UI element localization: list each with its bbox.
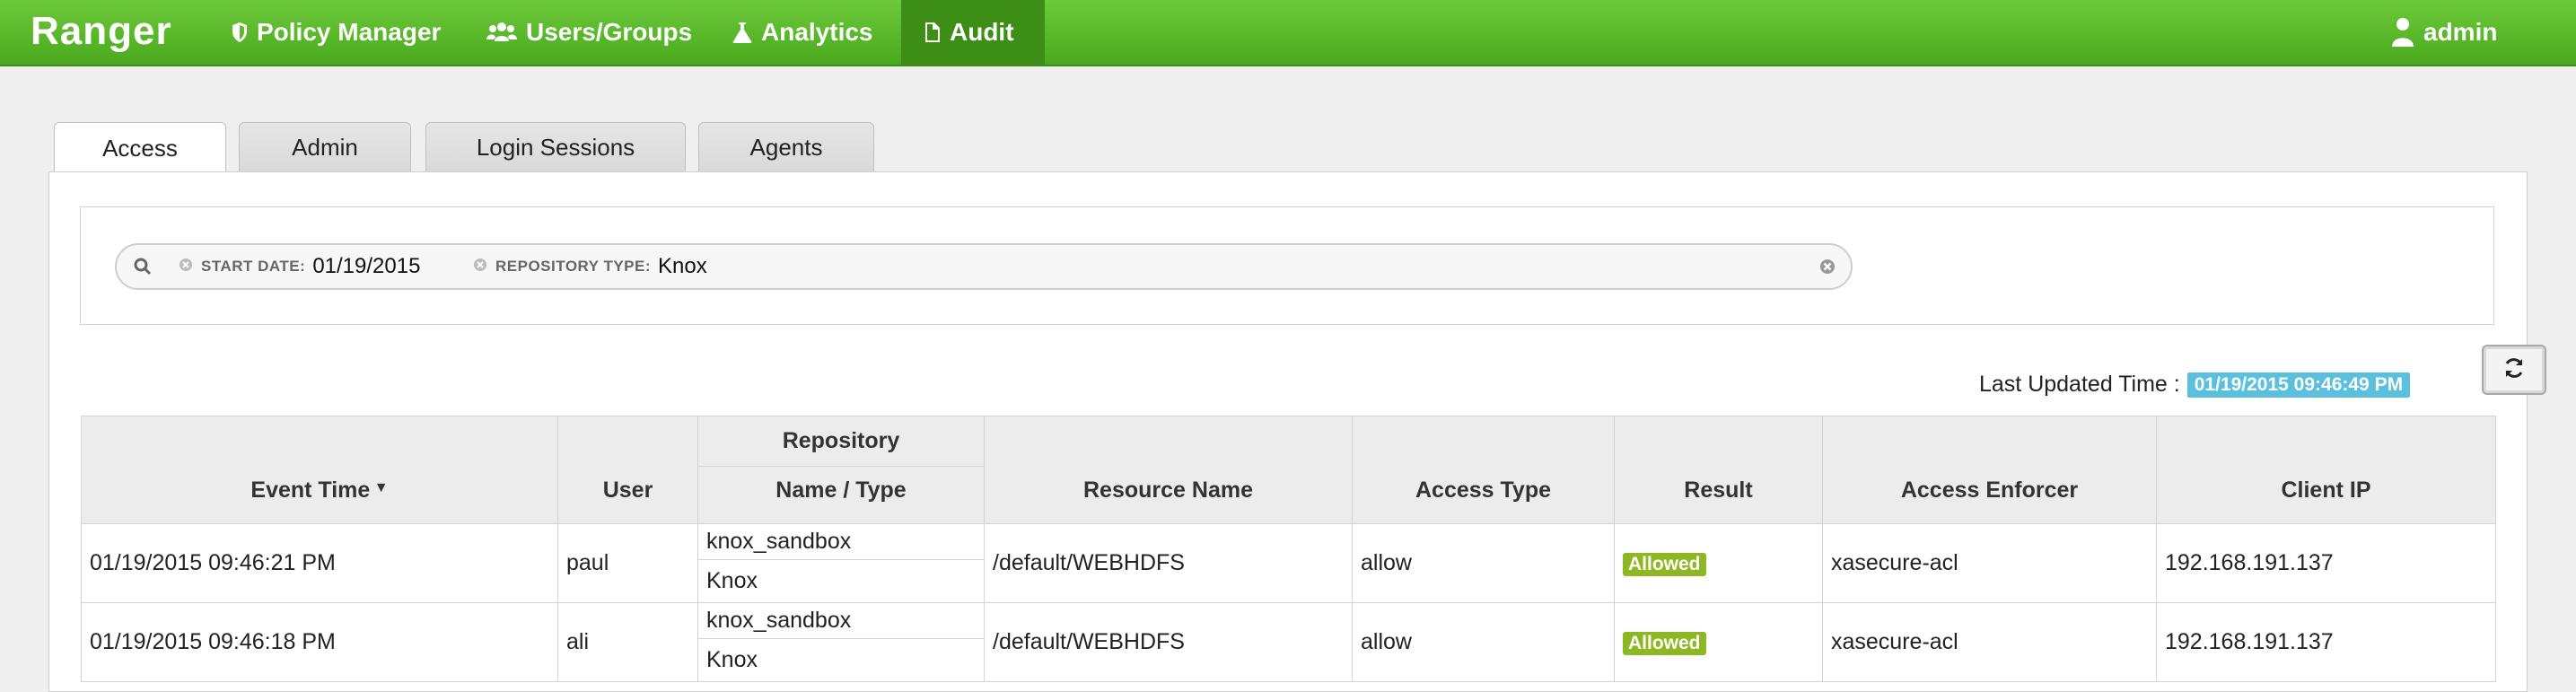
facet-remove-icon[interactable] xyxy=(472,257,488,277)
cell-user: paul xyxy=(557,523,698,603)
users-icon xyxy=(486,22,517,43)
clear-search-icon[interactable] xyxy=(1818,258,1836,280)
tab-label: Login Sessions xyxy=(476,134,635,161)
nav-audit[interactable]: Audit xyxy=(901,0,1045,65)
last-updated: Last Updated Time : 01/19/2015 09:46:49 … xyxy=(1979,372,2411,398)
facet-start-date[interactable]: START DATE: 01/19/2015 xyxy=(178,254,420,279)
visual-search-input[interactable]: START DATE: 01/19/2015 REPOSITORY TYPE: … xyxy=(115,243,1853,290)
facet-label: REPOSITORY TYPE: xyxy=(495,258,652,275)
refresh-button[interactable] xyxy=(2482,345,2546,395)
cell-access-type: allow xyxy=(1352,602,1615,682)
tab-login-sessions[interactable]: Login Sessions xyxy=(425,122,686,172)
cell-repo-type: Knox xyxy=(697,559,985,603)
cell-resource: /default/WEBHDFS xyxy=(984,523,1353,603)
cell-result: Allowed xyxy=(1614,523,1823,603)
user-menu[interactable]: admin xyxy=(2368,0,2520,65)
brand-logo[interactable]: Ranger xyxy=(31,9,172,54)
facet-value[interactable]: 01/19/2015 xyxy=(312,254,420,279)
col-group-repository: Repository xyxy=(697,416,985,467)
tab-access[interactable]: Access xyxy=(54,122,226,174)
sort-desc-icon: ▼ xyxy=(370,480,389,495)
cell-enforcer: xasecure-acl xyxy=(1822,523,2157,603)
col-repository-name-type[interactable]: Name / Type xyxy=(697,466,985,524)
cell-event-time: 01/19/2015 09:46:21 PM xyxy=(81,523,558,603)
user-icon xyxy=(2391,17,2414,48)
facet-value[interactable]: Knox xyxy=(658,254,707,279)
flask-icon xyxy=(732,22,752,43)
col-access-type[interactable]: Access Type xyxy=(1352,416,1615,524)
cell-client-ip: 192.168.191.137 xyxy=(2156,523,2496,603)
search-icon xyxy=(133,257,153,281)
nav-users-groups[interactable]: Users/Groups xyxy=(463,0,715,65)
facet-remove-icon[interactable] xyxy=(178,257,194,277)
col-access-enforcer[interactable]: Access Enforcer xyxy=(1822,416,2157,524)
search-container: START DATE: 01/19/2015 REPOSITORY TYPE: … xyxy=(80,206,2494,325)
refresh-icon xyxy=(2502,356,2526,384)
nav-policy-manager[interactable]: Policy Manager xyxy=(208,0,464,65)
cell-access-type: allow xyxy=(1352,523,1615,603)
tab-admin[interactable]: Admin xyxy=(239,122,411,172)
top-navbar: Ranger Policy Manager Users/Groups Analy… xyxy=(0,0,2576,66)
shield-icon xyxy=(232,22,248,43)
status-badge: Allowed xyxy=(1623,632,1706,655)
tab-label: Agents xyxy=(749,134,823,161)
nav-label: Audit xyxy=(950,18,1014,46)
col-event-time[interactable]: Event Time ▼ xyxy=(81,416,558,524)
file-icon xyxy=(924,22,941,43)
cell-event-time: 01/19/2015 09:46:18 PM xyxy=(81,602,558,682)
cell-enforcer: xasecure-acl xyxy=(1822,602,2157,682)
tab-label: Access xyxy=(79,135,201,174)
col-result[interactable]: Result xyxy=(1614,416,1823,524)
last-updated-time: 01/19/2015 09:46:49 PM xyxy=(2186,372,2411,398)
cell-client-ip: 192.168.191.137 xyxy=(2156,602,2496,682)
nav-label: Analytics xyxy=(761,18,873,46)
cell-repo-type: Knox xyxy=(697,638,985,682)
col-label: Event Time xyxy=(250,477,371,503)
cell-resource: /default/WEBHDFS xyxy=(984,602,1353,682)
table-row[interactable]: 01/19/2015 09:46:18 PM ali knox_sandbox … xyxy=(81,602,2496,682)
col-user[interactable]: User xyxy=(557,416,698,524)
facet-repository-type[interactable]: REPOSITORY TYPE: Knox xyxy=(472,254,707,279)
tab-label: Admin xyxy=(292,134,358,161)
nav-label: Users/Groups xyxy=(526,18,693,46)
user-name: admin xyxy=(2423,18,2498,46)
status-badge: Allowed xyxy=(1623,553,1706,576)
cell-repo-name: knox_sandbox xyxy=(697,602,985,639)
last-updated-label: Last Updated Time : xyxy=(1979,372,2180,397)
facet-label: START DATE: xyxy=(201,258,306,275)
cell-repo-name: knox_sandbox xyxy=(697,523,985,560)
tab-agents[interactable]: Agents xyxy=(698,122,874,172)
nav-analytics[interactable]: Analytics xyxy=(709,0,897,65)
cell-result: Allowed xyxy=(1614,602,1823,682)
cell-user: ali xyxy=(557,602,698,682)
nav-label: Policy Manager xyxy=(257,18,442,46)
col-resource-name[interactable]: Resource Name xyxy=(984,416,1353,524)
table-row[interactable]: 01/19/2015 09:46:21 PM paul knox_sandbox… xyxy=(81,523,2496,603)
audit-table: Event Time ▼ User Repository Resource Na… xyxy=(81,416,2496,682)
col-client-ip[interactable]: Client IP xyxy=(2156,416,2496,524)
